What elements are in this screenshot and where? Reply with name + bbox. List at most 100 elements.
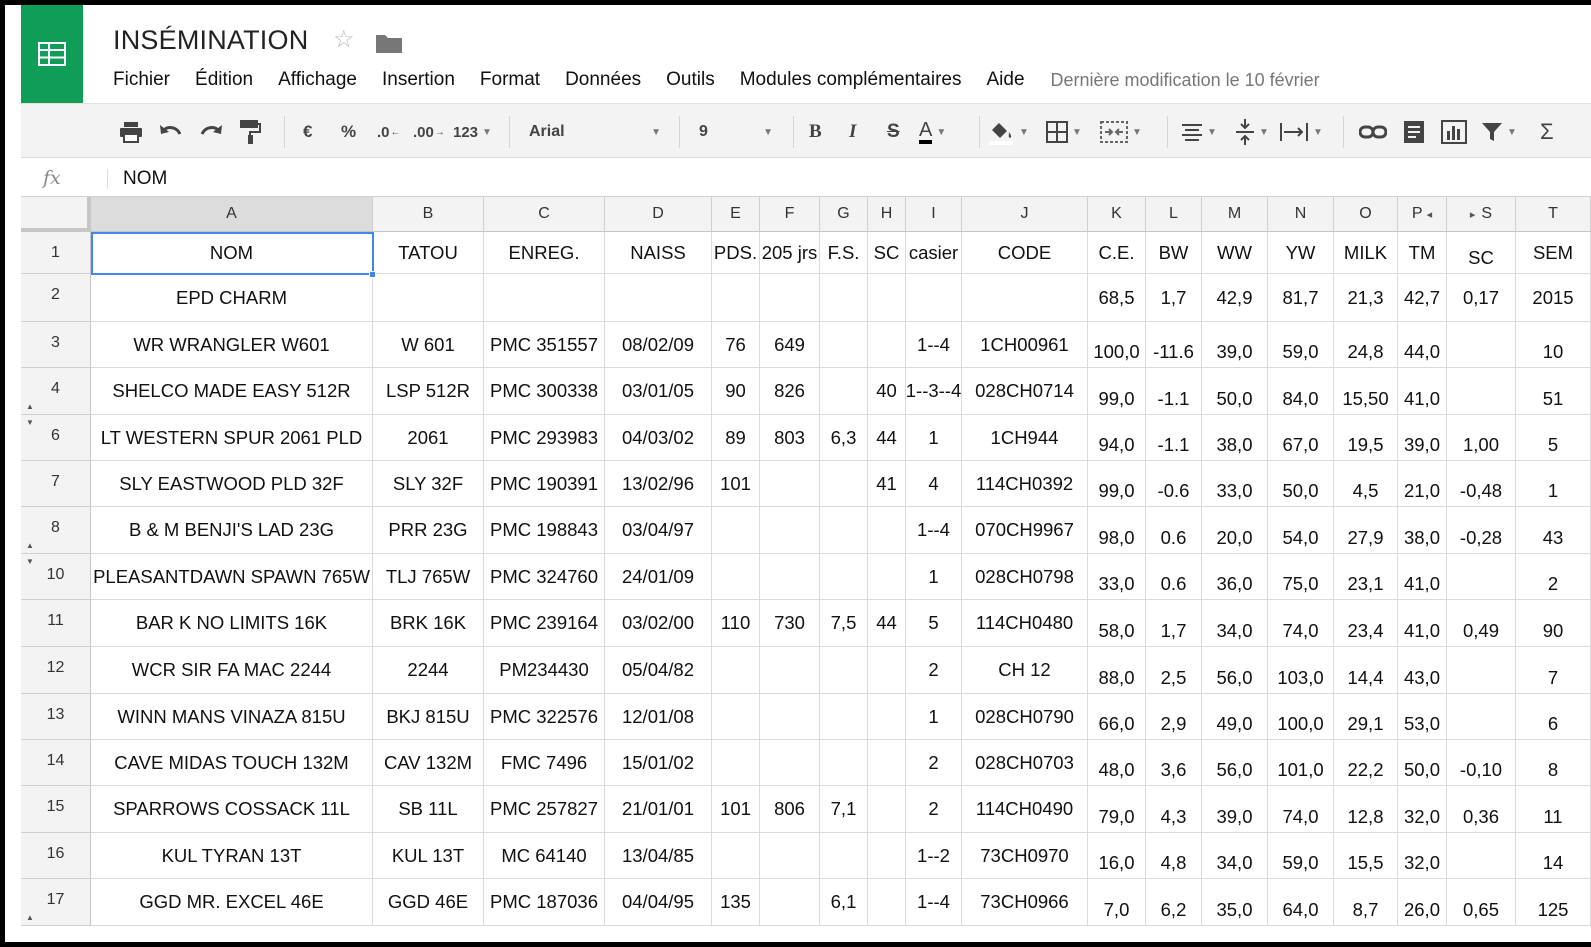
cell-c8[interactable]: PMC 198843 (484, 507, 605, 554)
cell-c13[interactable]: PMC 322576 (484, 694, 605, 740)
doc-title[interactable]: INSÉMINATION (113, 25, 308, 56)
cell-c16[interactable]: MC 64140 (484, 833, 605, 879)
cell-t14[interactable]: 8 (1516, 740, 1591, 786)
cell-i15[interactable]: 2 (906, 786, 962, 833)
cell-f15[interactable]: 806 (760, 786, 820, 833)
row-header-2[interactable]: 2 (21, 274, 91, 322)
cell-t1[interactable]: SEM (1516, 232, 1591, 274)
row-header-16[interactable]: 16 (21, 833, 91, 879)
cell-d3[interactable]: 08/02/09 (605, 322, 712, 368)
column-header-g[interactable]: G (820, 197, 868, 232)
cell-c3[interactable]: PMC 351557 (484, 322, 605, 368)
menu-edition[interactable]: Édition (195, 69, 253, 91)
undo-icon[interactable] (159, 118, 183, 146)
cell-i7[interactable]: 4 (906, 461, 962, 507)
cell-p15[interactable]: 32,0 (1398, 786, 1447, 833)
column-header-j[interactable]: J (962, 197, 1088, 232)
cell-n17[interactable]: 64,0 (1268, 879, 1334, 926)
cell-o15[interactable]: 12,8 (1334, 786, 1398, 833)
cell-t8[interactable]: 43 (1516, 507, 1591, 554)
cell-g2[interactable] (820, 274, 868, 322)
cell-j16[interactable]: 73CH0970 (962, 833, 1088, 879)
cell-b4[interactable]: LSP 512R (373, 368, 484, 415)
cell-a13[interactable]: WINN MANS VINAZA 815U (91, 694, 373, 740)
cell-c11[interactable]: PMC 239164 (484, 600, 605, 647)
borders-button[interactable]: ▼ (1046, 118, 1082, 146)
cell-n8[interactable]: 54,0 (1268, 507, 1334, 554)
hidden-rows-down-icon[interactable]: ▼ (26, 418, 34, 427)
cell-l14[interactable]: 3,6 (1146, 740, 1202, 786)
cell-c10[interactable]: PMC 324760 (484, 554, 605, 600)
cell-m3[interactable]: 39,0 (1202, 322, 1268, 368)
cell-j4[interactable]: 028CH0714 (962, 368, 1088, 415)
filter-button[interactable]: ▼ (1481, 118, 1517, 146)
cell-m13[interactable]: 49,0 (1202, 694, 1268, 740)
cell-s3[interactable] (1447, 322, 1516, 368)
cell-o3[interactable]: 24,8 (1334, 322, 1398, 368)
column-header-b[interactable]: B (373, 197, 484, 232)
cell-a16[interactable]: KUL TYRAN 13T (91, 833, 373, 879)
cell-c1[interactable]: ENREG. (484, 232, 605, 274)
cell-e15[interactable]: 101 (712, 786, 760, 833)
cell-f16[interactable] (760, 833, 820, 879)
bold-button[interactable]: B (809, 118, 822, 146)
insert-link-icon[interactable] (1359, 118, 1387, 146)
cell-l12[interactable]: 2,5 (1146, 647, 1202, 694)
row-header-17[interactable]: 17 ▲ (21, 879, 91, 926)
cell-i10[interactable]: 1 (906, 554, 962, 600)
cell-l7[interactable]: -0.6 (1146, 461, 1202, 507)
cell-g7[interactable] (820, 461, 868, 507)
cell-h13[interactable] (868, 694, 906, 740)
cell-f13[interactable] (760, 694, 820, 740)
cell-f17[interactable] (760, 879, 820, 926)
cell-o8[interactable]: 27,9 (1334, 507, 1398, 554)
column-header-l[interactable]: L (1146, 197, 1202, 232)
increase-decimals-button[interactable]: .00 → (413, 118, 445, 146)
cell-h1[interactable]: SC (868, 232, 906, 274)
cell-a8[interactable]: B & M BENJI'S LAD 23G (91, 507, 373, 554)
hidden-rows-up-icon[interactable]: ▲ (26, 541, 34, 550)
cell-l11[interactable]: 1,7 (1146, 600, 1202, 647)
cell-h16[interactable] (868, 833, 906, 879)
cell-p11[interactable]: 41,0 (1398, 600, 1447, 647)
cell-k6[interactable]: 94,0 (1088, 415, 1146, 461)
cell-g10[interactable] (820, 554, 868, 600)
cell-f11[interactable]: 730 (760, 600, 820, 647)
star-icon[interactable]: ☆ (333, 25, 355, 54)
cell-m1[interactable]: WW (1202, 232, 1268, 274)
column-header-h[interactable]: H (868, 197, 906, 232)
cell-n2[interactable]: 81,7 (1268, 274, 1334, 322)
cell-t7[interactable]: 1 (1516, 461, 1591, 507)
hidden-rows-up-icon[interactable]: ▲ (26, 402, 34, 411)
cell-d7[interactable]: 13/02/96 (605, 461, 712, 507)
cell-i4[interactable]: 1--3--4 (906, 368, 962, 415)
cell-m15[interactable]: 39,0 (1202, 786, 1268, 833)
cell-h3[interactable] (868, 322, 906, 368)
cell-h8[interactable] (868, 507, 906, 554)
cell-h6[interactable]: 44 (868, 415, 906, 461)
cell-l4[interactable]: -1.1 (1146, 368, 1202, 415)
cell-m12[interactable]: 56,0 (1202, 647, 1268, 694)
cell-e3[interactable]: 76 (712, 322, 760, 368)
cell-b14[interactable]: CAV 132M (373, 740, 484, 786)
cell-n11[interactable]: 74,0 (1268, 600, 1334, 647)
cell-k4[interactable]: 99,0 (1088, 368, 1146, 415)
cell-d2[interactable] (605, 274, 712, 322)
cell-i17[interactable]: 1--4 (906, 879, 962, 926)
cell-e6[interactable]: 89 (712, 415, 760, 461)
cell-s17[interactable]: 0,65 (1447, 879, 1516, 926)
cell-d8[interactable]: 03/04/97 (605, 507, 712, 554)
cell-g1[interactable]: F.S. (820, 232, 868, 274)
cell-g13[interactable] (820, 694, 868, 740)
cell-t13[interactable]: 6 (1516, 694, 1591, 740)
sum-button[interactable]: Σ (1540, 118, 1554, 146)
cell-l15[interactable]: 4,3 (1146, 786, 1202, 833)
cell-k13[interactable]: 66,0 (1088, 694, 1146, 740)
cell-t3[interactable]: 10 (1516, 322, 1591, 368)
cell-p10[interactable]: 41,0 (1398, 554, 1447, 600)
percent-format-button[interactable]: % (341, 118, 356, 146)
cell-k3[interactable]: 100,0 (1088, 322, 1146, 368)
menu-outils[interactable]: Outils (666, 69, 715, 91)
cell-s15[interactable]: 0,36 (1447, 786, 1516, 833)
cell-j11[interactable]: 114CH0480 (962, 600, 1088, 647)
